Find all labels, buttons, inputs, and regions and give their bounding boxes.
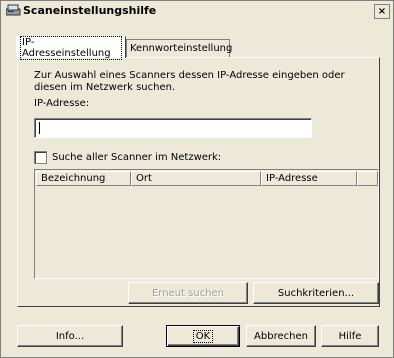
- info-label: Info...: [55, 330, 85, 342]
- dialog-window: Scaneinstellungshilfe × IP-Adresseinstel…: [0, 0, 394, 358]
- search-criteria-button[interactable]: Suchkriterien...: [253, 282, 379, 304]
- text-caret: [39, 122, 40, 134]
- column-header-location[interactable]: Ort: [131, 171, 261, 186]
- ok-button[interactable]: OK: [166, 325, 240, 347]
- help-button[interactable]: Hilfe: [321, 325, 379, 347]
- tab-ip-address-label: IP-Adresseinstellung: [20, 35, 122, 60]
- search-all-row[interactable]: Suche aller Scanner im Netzwerk:: [34, 151, 221, 164]
- retry-search-label: Erneut suchen: [151, 287, 225, 299]
- retry-search-button[interactable]: Erneut suchen: [128, 282, 248, 304]
- scanner-list[interactable]: Bezeichnung Ort IP-Adresse: [34, 169, 379, 279]
- column-header-name[interactable]: Bezeichnung: [36, 171, 131, 186]
- list-header: Bezeichnung Ort IP-Adresse: [36, 171, 378, 186]
- window-title: Scaneinstellungshilfe: [23, 4, 157, 17]
- help-label: Hilfe: [338, 330, 362, 342]
- cancel-button[interactable]: Abbrechen: [246, 325, 316, 347]
- tab-ip-address[interactable]: IP-Adresseinstellung: [16, 35, 126, 60]
- cancel-label: Abbrechen: [254, 330, 308, 342]
- tab-password-label: Kennworteinstellung: [130, 43, 233, 54]
- ok-label: OK: [192, 329, 214, 343]
- instruction-text: Zur Auswahl eines Scanners dessen IP-Adr…: [34, 70, 345, 93]
- scanner-icon: [6, 4, 21, 16]
- search-all-label: Suche aller Scanner im Netzwerk:: [52, 152, 222, 163]
- info-button[interactable]: Info...: [17, 325, 123, 347]
- title-bar[interactable]: Scaneinstellungshilfe ×: [1, 1, 393, 21]
- search-all-checkbox[interactable]: [34, 151, 47, 164]
- ip-address-input[interactable]: [34, 118, 312, 138]
- column-header-extra[interactable]: [357, 171, 378, 186]
- search-criteria-label: Suchkriterien...: [277, 287, 355, 299]
- column-header-ip-address[interactable]: IP-Adresse: [261, 171, 357, 186]
- ip-address-label: IP-Adresse:: [34, 98, 90, 109]
- close-button[interactable]: ×: [374, 4, 390, 19]
- tab-password[interactable]: Kennworteinstellung: [126, 39, 233, 57]
- close-icon: ×: [377, 5, 387, 17]
